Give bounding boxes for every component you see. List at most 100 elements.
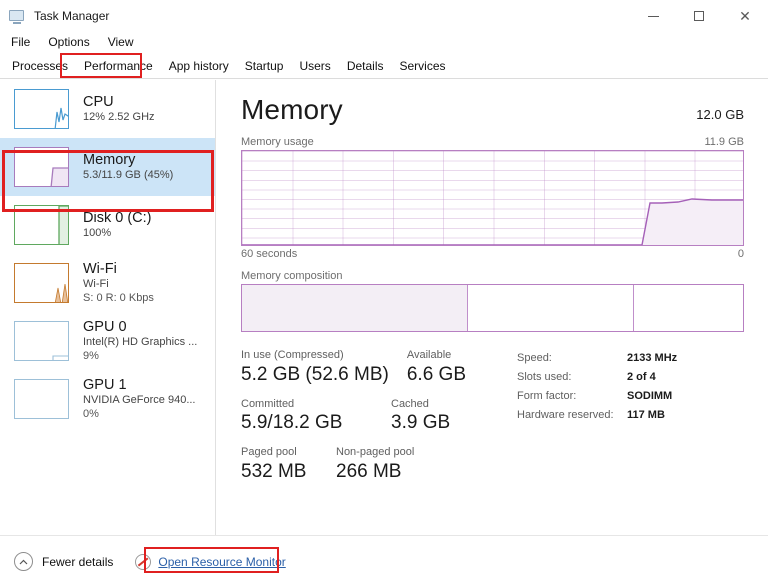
chevron-up-icon — [14, 552, 33, 571]
resource-monitor-label: Open Resource Monitor — [158, 554, 286, 569]
disk-mini-graph — [14, 205, 69, 245]
close-button[interactable]: ✕ — [722, 0, 768, 32]
menu-options[interactable]: Options — [39, 33, 98, 51]
gpu1-mini-graph — [14, 379, 69, 419]
minimize-button[interactable] — [630, 0, 676, 32]
task-manager-icon — [9, 9, 26, 24]
title-bar: Task Manager ✕ — [0, 0, 768, 32]
resource-monitor-icon — [135, 553, 152, 570]
sidebar-item-wifi[interactable]: Wi-Fi Wi-Fi S: 0 R: 0 Kbps — [0, 254, 215, 312]
sidebar-item-label: Memory — [83, 152, 136, 169]
sidebar-item-memory[interactable]: Memory 5.3/11.9 GB (45%) — [0, 138, 215, 196]
hardware-row-reserved: Hardware reserved: 117 MB — [517, 406, 677, 425]
sidebar-item-sub: 100% — [83, 227, 112, 240]
hardware-value: 117 MB — [627, 409, 665, 421]
sidebar-item-cpu[interactable]: CPU 12% 2.52 GHz — [0, 80, 215, 138]
maximize-icon — [694, 11, 704, 21]
sidebar-item-sub: NVIDIA GeForce 940... — [83, 394, 196, 407]
composition-divider-2 — [632, 285, 634, 331]
memory-usage-label: Memory usage — [241, 136, 314, 148]
stat-non-paged-pool-value: 266 MB — [336, 461, 402, 483]
memory-header: Memory 12.0 GB — [217, 80, 768, 126]
sidebar-item-sub2: 9% — [83, 350, 99, 363]
sidebar-item-gpu1[interactable]: GPU 1 NVIDIA GeForce 940... 0% — [0, 370, 215, 428]
stat-available: Available 6.6 GB — [407, 348, 466, 387]
cpu-mini-graph — [14, 89, 69, 129]
sidebar-gpu1-text: GPU 1 NVIDIA GeForce 940... 0% — [83, 376, 196, 422]
memory-mini-graph — [14, 147, 69, 187]
hardware-value: SODIMM — [627, 390, 673, 402]
graph-axis-row: 60 seconds 0 — [217, 246, 768, 260]
fewer-details-button[interactable]: Fewer details — [14, 552, 113, 571]
resource-sidebar: CPU 12% 2.52 GHz Memory 5.3/11.9 GB (45%… — [0, 80, 216, 535]
minimize-icon — [647, 15, 659, 17]
tab-processes[interactable]: Processes — [4, 55, 76, 77]
tab-app-history[interactable]: App history — [161, 55, 237, 77]
tab-services[interactable]: Services — [392, 55, 454, 77]
sidebar-item-sub: 5.3/11.9 GB (45%) — [83, 169, 174, 182]
stat-in-use-value: 5.2 GB (52.6 MB) — [241, 363, 389, 385]
menu-file[interactable]: File — [2, 33, 39, 51]
memory-usage-max: 11.9 GB — [704, 136, 744, 148]
stat-cached-label: Cached — [391, 397, 429, 410]
close-icon: ✕ — [739, 8, 751, 24]
sidebar-item-sub: Intel(R) HD Graphics ... — [83, 336, 198, 349]
sidebar-item-label: CPU — [83, 94, 114, 111]
sidebar-disk-text: Disk 0 (C:) 100% — [83, 209, 151, 241]
sidebar-cpu-text: CPU 12% 2.52 GHz — [83, 93, 155, 125]
hardware-key: Slots used: — [517, 371, 572, 383]
memory-composition-bar[interactable] — [241, 284, 744, 332]
sidebar-memory-text: Memory 5.3/11.9 GB (45%) — [83, 151, 173, 183]
stat-committed: Committed 5.9/18.2 GB — [241, 397, 391, 436]
hardware-key: Form factor: — [517, 390, 577, 402]
window-title: Task Manager — [34, 9, 110, 23]
page-title: Memory — [241, 94, 343, 125]
composition-divider-1 — [467, 285, 469, 331]
stat-committed-value: 5.9/18.2 GB — [241, 412, 343, 434]
status-bar: Fewer details Open Resource Monitor — [0, 535, 768, 587]
open-resource-monitor-link[interactable]: Open Resource Monitor — [135, 553, 286, 570]
tab-details[interactable]: Details — [339, 55, 392, 77]
hardware-key: Speed: — [517, 352, 552, 364]
stat-cached-value: 3.9 GB — [391, 412, 451, 434]
memory-hardware-info: Speed: 2133 MHz Slots used: 2 of 4 Form … — [517, 348, 677, 494]
memory-composition-labels: Memory composition — [217, 260, 768, 284]
tab-users[interactable]: Users — [291, 55, 338, 77]
hardware-value: 2133 MHz — [627, 352, 678, 364]
stat-row-inuse-available: In use (Compressed) 5.2 GB (52.6 MB) Ava… — [241, 348, 511, 387]
memory-usage-graph-wrap — [217, 150, 768, 246]
stat-non-paged-pool: Non-paged pool 266 MB — [336, 445, 414, 484]
sidebar-item-disk[interactable]: Disk 0 (C:) 100% — [0, 196, 215, 254]
fewer-details-label: Fewer details — [42, 554, 114, 569]
stat-committed-label: Committed — [241, 397, 295, 410]
stat-in-use: In use (Compressed) 5.2 GB (52.6 MB) — [241, 348, 389, 387]
hardware-row-form-factor: Form factor: SODIMM — [517, 387, 677, 406]
memory-stats: In use (Compressed) 5.2 GB (52.6 MB) Ava… — [217, 332, 768, 494]
graph-axis-left: 60 seconds — [241, 248, 298, 260]
hardware-row-slots: Slots used: 2 of 4 — [517, 368, 677, 387]
stat-paged-pool: Paged pool 532 MB — [241, 445, 336, 484]
sidebar-item-label: Disk 0 (C:) — [83, 210, 152, 227]
memory-usage-graph[interactable] — [241, 150, 744, 246]
maximize-button[interactable] — [676, 0, 722, 32]
memory-detail-panel: Memory 12.0 GB Memory usage 11.9 GB 60 s… — [217, 80, 768, 535]
menu-view[interactable]: View — [99, 33, 143, 51]
tab-performance[interactable]: Performance — [76, 55, 161, 77]
menu-bar: File Options View — [0, 32, 768, 52]
stat-cached: Cached 3.9 GB — [391, 397, 450, 436]
memory-composition-label: Memory composition — [241, 270, 343, 282]
hardware-row-speed: Speed: 2133 MHz — [517, 349, 677, 368]
stat-non-paged-pool-label: Non-paged pool — [336, 446, 415, 459]
stat-row-committed-cached: Committed 5.9/18.2 GB Cached 3.9 GB — [241, 397, 511, 436]
sidebar-item-label: Wi-Fi — [83, 261, 117, 278]
stat-paged-pool-label: Paged pool — [241, 446, 297, 459]
tab-bar: Processes Performance App history Startu… — [0, 53, 768, 79]
sidebar-item-gpu0[interactable]: GPU 0 Intel(R) HD Graphics ... 9% — [0, 312, 215, 370]
memory-usage-labels: Memory usage 11.9 GB — [217, 126, 768, 150]
memory-stats-left: In use (Compressed) 5.2 GB (52.6 MB) Ava… — [241, 348, 511, 494]
stat-available-value: 6.6 GB — [406, 363, 466, 385]
tab-startup[interactable]: Startup — [237, 55, 292, 77]
sidebar-gpu0-text: GPU 0 Intel(R) HD Graphics ... 9% — [83, 318, 197, 364]
hardware-value: 2 of 4 — [627, 371, 656, 383]
gpu0-mini-graph — [14, 321, 69, 361]
